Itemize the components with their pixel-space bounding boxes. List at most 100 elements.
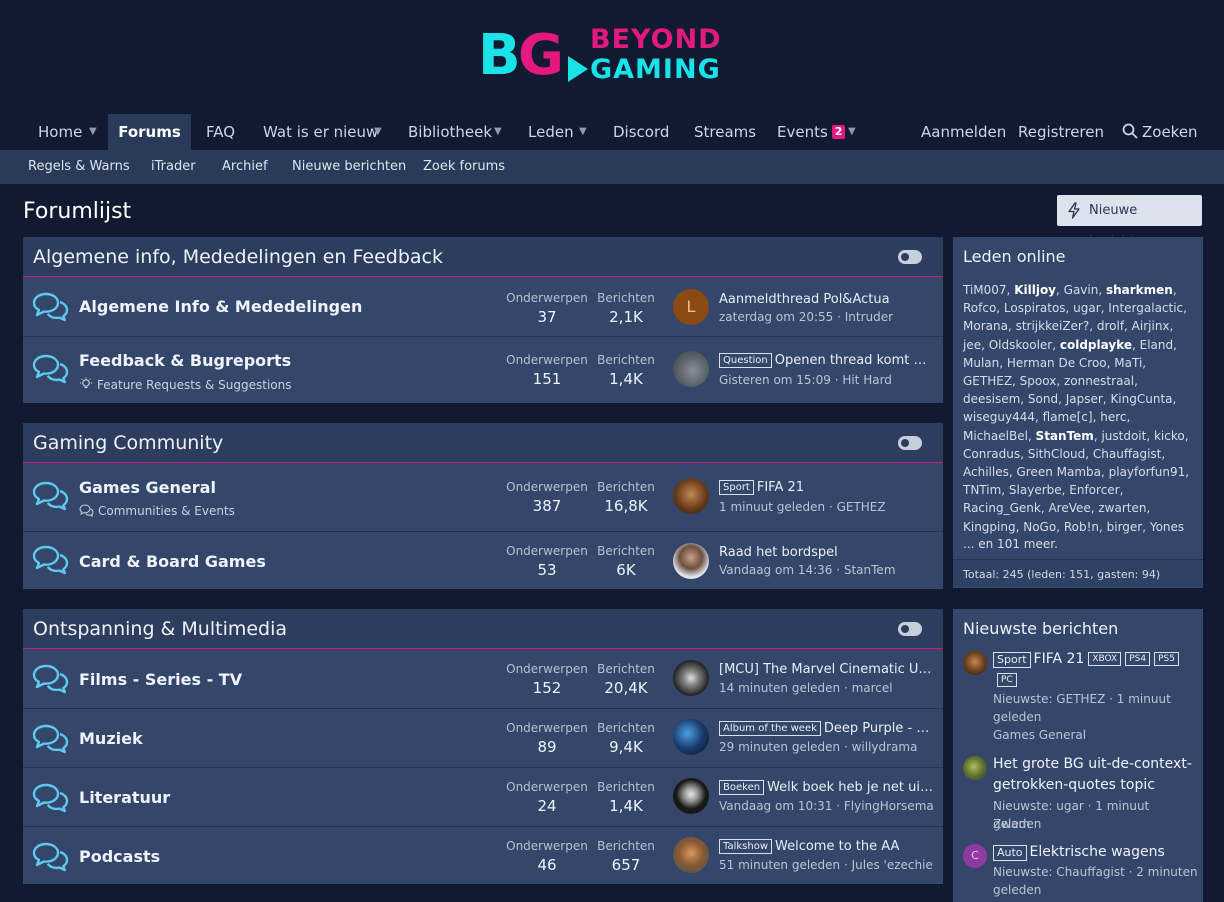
collapse-toggle[interactable] bbox=[898, 250, 922, 264]
nav-library[interactable]: Bibliotheek bbox=[408, 114, 492, 150]
forum-row[interactable]: Podcasts Onderwerpen 46 Berichten 657 Ta… bbox=[23, 826, 943, 884]
widget-title[interactable]: Nieuwste berichten bbox=[963, 619, 1118, 638]
last-post-title[interactable]: [MCU] The Marvel Cinematic Universe bbox=[719, 662, 933, 677]
chevron-down-icon[interactable]: ▼ bbox=[89, 114, 97, 150]
nav-register[interactable]: Registreren bbox=[1018, 114, 1104, 150]
avatar[interactable] bbox=[673, 351, 709, 387]
nav-home[interactable]: Home bbox=[38, 114, 82, 150]
last-post-title-text: Deep Purple - Machine Head bbox=[823, 721, 933, 736]
last-post-title[interactable]: Talkshow Welcome to the AA bbox=[719, 839, 933, 854]
forum-title[interactable]: Muziek bbox=[79, 729, 143, 748]
avatar[interactable]: L bbox=[673, 289, 709, 325]
forum-title[interactable]: Games General bbox=[79, 478, 216, 497]
chat-icon bbox=[32, 664, 69, 694]
posts-count: 6K bbox=[616, 561, 636, 579]
nav-faq[interactable]: FAQ bbox=[206, 114, 235, 150]
avatar[interactable] bbox=[673, 837, 709, 873]
category-header: Gaming Community bbox=[23, 423, 943, 463]
more-members-link[interactable]: ... en 101 meer. bbox=[963, 537, 1058, 551]
site-logo[interactable]: B G BEYOND GAMING bbox=[474, 26, 764, 90]
subnav-search-forums[interactable]: Zoek forums bbox=[423, 150, 505, 184]
avatar[interactable] bbox=[673, 719, 709, 755]
forum-title[interactable]: Literatuur bbox=[79, 788, 170, 807]
nav-streams[interactable]: Streams bbox=[694, 114, 756, 150]
posts-count: 20,4K bbox=[604, 679, 648, 697]
forum-title[interactable]: Card & Board Games bbox=[79, 552, 266, 571]
forum-row[interactable]: Films - Series - TV Onderwerpen 152 Beri… bbox=[23, 650, 943, 708]
posts-count: 1,4K bbox=[609, 797, 643, 815]
collapse-toggle[interactable] bbox=[898, 622, 922, 636]
newest-post-forum[interactable]: Games General bbox=[993, 726, 1198, 744]
member-list-text[interactable]: TiM007, bbox=[963, 283, 1014, 297]
last-post-title[interactable]: BoekenWelk boek heb je net uitgelezen? bbox=[719, 780, 933, 795]
nav-forums[interactable]: Forums bbox=[108, 114, 191, 150]
avatar[interactable] bbox=[963, 651, 987, 675]
nav-whats-new[interactable]: Wat is er nieuw bbox=[263, 114, 378, 150]
chevron-down-icon[interactable]: ▼ bbox=[494, 114, 502, 150]
last-post-title[interactable]: Sport FIFA 21 bbox=[719, 480, 933, 495]
forum-row[interactable]: Algemene Info & Mededelingen Onderwerpen… bbox=[23, 278, 943, 336]
subforum-link[interactable]: Feature Requests & Suggestions bbox=[79, 377, 291, 392]
subnav-itrader[interactable]: iTrader bbox=[151, 150, 196, 184]
platform-tag: PS5 bbox=[1154, 652, 1179, 666]
chevron-down-icon[interactable]: ▼ bbox=[374, 114, 382, 150]
forum-title[interactable]: Podcasts bbox=[79, 847, 160, 866]
category-header: Algemene info, Mededelingen en Feedback bbox=[23, 237, 943, 277]
avatar[interactable]: C bbox=[963, 844, 987, 868]
newest-post-title[interactable]: Auto Elektrische wagens bbox=[993, 842, 1198, 863]
member-highlight[interactable]: StanTem bbox=[1036, 429, 1094, 443]
nav-login[interactable]: Aanmelden bbox=[921, 114, 1006, 150]
last-post-title[interactable]: Aanmeldthread Pol&Actua bbox=[719, 292, 933, 307]
member-list-text[interactable]: , justdoit, kicko, Conradus, SithCloud, … bbox=[963, 429, 1189, 534]
newest-post-title[interactable]: Het grote BG uit-de-context-getrokken-qu… bbox=[993, 754, 1198, 796]
forum-row[interactable]: Muziek Onderwerpen 89 Berichten 9,4K Alb… bbox=[23, 708, 943, 767]
avatar[interactable] bbox=[673, 778, 709, 814]
subnav-archive[interactable]: Archief bbox=[222, 150, 268, 184]
last-post-title[interactable]: Raad het bordspel bbox=[719, 545, 933, 560]
new-posts-button[interactable]: Nieuwe berichten bbox=[1057, 195, 1202, 249]
thread-prefix: Boeken bbox=[719, 780, 765, 795]
events-badge: 2 bbox=[831, 125, 846, 139]
chevron-down-icon[interactable]: ▼ bbox=[848, 114, 856, 150]
nav-events[interactable]: Events 2 bbox=[777, 114, 846, 150]
category-title[interactable]: Ontspanning & Multimedia bbox=[33, 618, 287, 640]
last-post-title[interactable]: QuestionOpenen thread komt uit bij onder… bbox=[719, 353, 933, 368]
nav-discord[interactable]: Discord bbox=[613, 114, 669, 150]
forum-title[interactable]: Films - Series - TV bbox=[79, 670, 242, 689]
forum-title[interactable]: Algemene Info & Mededelingen bbox=[79, 297, 362, 316]
widget-title[interactable]: Leden online bbox=[963, 247, 1066, 266]
member-list-text[interactable]: , Eland, Mulan, Herman De Croo, MaTi, GE… bbox=[963, 338, 1177, 443]
forum-row[interactable]: Feedback & Bugreports Feature Requests &… bbox=[23, 336, 943, 403]
last-post-title-text: Welk boek heb je net uitgelezen? bbox=[767, 780, 933, 795]
forum-title[interactable]: Feedback & Bugreports bbox=[79, 351, 291, 370]
subnav-new-posts[interactable]: Nieuwe berichten bbox=[292, 150, 406, 184]
logo-mark-b: B bbox=[478, 23, 521, 88]
avatar[interactable] bbox=[673, 478, 709, 514]
collapse-toggle[interactable] bbox=[898, 436, 922, 450]
category-title[interactable]: Algemene info, Mededelingen en Feedback bbox=[33, 246, 443, 268]
member-highlight[interactable]: sharkmen bbox=[1106, 283, 1173, 297]
newest-post-title[interactable]: Sport FIFA 21 XBOX PS4 PS5 PC bbox=[993, 649, 1198, 691]
subnav-rules[interactable]: Regels & Warns bbox=[28, 150, 130, 184]
avatar[interactable] bbox=[673, 543, 709, 579]
newest-post-forum[interactable]: Zwam bbox=[993, 815, 1198, 833]
forum-row[interactable]: Games General Communities & Events Onder… bbox=[23, 464, 943, 531]
nav-members[interactable]: Leden bbox=[528, 114, 574, 150]
threads-count: 24 bbox=[537, 797, 557, 815]
chat-icon bbox=[32, 481, 69, 511]
avatar[interactable] bbox=[963, 756, 987, 780]
avatar[interactable] bbox=[673, 660, 709, 696]
last-post-title[interactable]: Album of the weekDeep Purple - Machine H… bbox=[719, 721, 933, 736]
member-highlight[interactable]: Killjoy bbox=[1014, 283, 1056, 297]
online-members-list: TiM007, Killjoy, Gavin, sharkmen, Rofco,… bbox=[963, 281, 1199, 536]
category-title[interactable]: Gaming Community bbox=[33, 432, 223, 454]
forum-row[interactable]: Literatuur Onderwerpen 24 Berichten 1,4K… bbox=[23, 767, 943, 826]
member-highlight[interactable]: coldplayke bbox=[1060, 338, 1132, 352]
subforum-link[interactable]: Communities & Events bbox=[79, 504, 235, 518]
platform-tag: XBOX bbox=[1088, 652, 1122, 666]
forum-row[interactable]: Card & Board Games Onderwerpen 53 Berich… bbox=[23, 531, 943, 589]
member-list-text[interactable]: , Gavin, bbox=[1056, 283, 1106, 297]
chevron-down-icon[interactable]: ▼ bbox=[579, 114, 587, 150]
thread-prefix: Auto bbox=[993, 845, 1027, 861]
nav-search[interactable]: Zoeken bbox=[1122, 114, 1198, 150]
